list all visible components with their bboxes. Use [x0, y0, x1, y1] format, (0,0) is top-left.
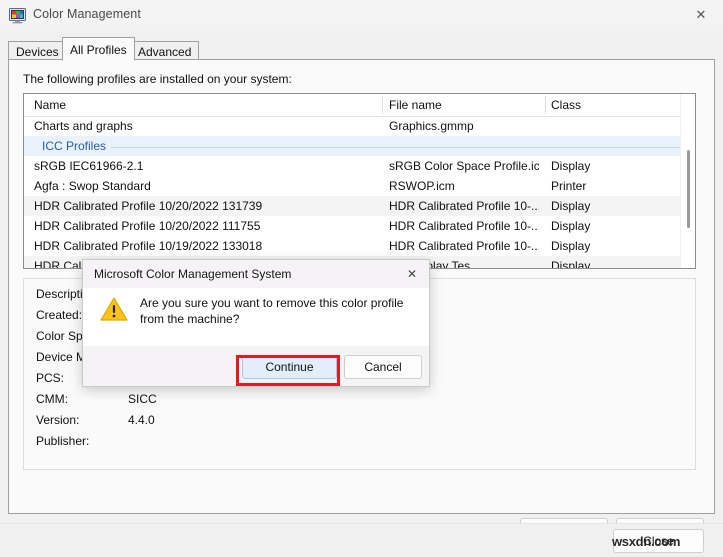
cell-name: Agfa : Swop Standard	[34, 179, 151, 193]
confirm-remove-dialog: Microsoft Color Management System ✕ Are …	[82, 259, 430, 387]
profiles-listview[interactable]: Name File name Class Charts and graphs G…	[23, 93, 696, 269]
dialog-title: Microsoft Color Management System	[94, 267, 292, 281]
column-header-file-name[interactable]: File name	[389, 98, 442, 112]
cell-file: HDR Calibrated Profile 10-...	[389, 219, 539, 233]
window-close-icon[interactable]: ✕	[679, 0, 723, 30]
cell-file: HDR Calibrated Profile 10-...	[389, 199, 539, 213]
detail-label-pcs: PCS:	[36, 371, 65, 385]
cell-class: Display	[551, 199, 591, 213]
tab-devices[interactable]: Devices	[8, 41, 67, 60]
column-separator-2[interactable]	[545, 96, 546, 114]
table-row[interactable]: HDR Calibrated Profile 10/20/2022 111755…	[24, 216, 695, 236]
dialog-message: Are you sure you want to remove this col…	[140, 296, 404, 326]
tab-all-profiles[interactable]: All Profiles	[62, 37, 135, 61]
listview-scrollbar[interactable]	[680, 94, 695, 268]
dialog-body: Are you sure you want to remove this col…	[83, 288, 429, 346]
table-row[interactable]: Charts and graphs Graphics.gmmp	[24, 116, 695, 136]
dialog-titlebar: Microsoft Color Management System ✕	[83, 260, 429, 288]
intro-label: The following profiles are installed on …	[23, 72, 292, 86]
cell-file: RSWOP.icm	[389, 179, 455, 193]
cell-name: HDR Calibrated Profile 10/20/2022 111755	[34, 219, 261, 233]
column-separator-1[interactable]	[382, 96, 383, 114]
warning-triangle-icon	[100, 296, 128, 322]
tab-strip: Devices All Profiles Advanced	[8, 37, 715, 61]
group-divider-line	[42, 147, 689, 148]
cell-class: Printer	[551, 179, 587, 193]
table-row[interactable]: HDR Calibrated Profile 10/20/2022 131739…	[24, 196, 695, 216]
window-title: Color Management	[33, 7, 141, 21]
scrollbar-thumb[interactable]	[687, 150, 690, 228]
cell-class: Display	[551, 259, 591, 269]
table-row[interactable]: HDR Calibrated Profile 10/19/2022 133018…	[24, 236, 695, 256]
cell-name: Charts and graphs	[34, 119, 133, 133]
color-management-window: Color Management ✕ Devices All Profiles …	[0, 0, 723, 557]
dialog-close-icon[interactable]: ✕	[395, 260, 429, 287]
cell-name: HDR Calibrated Profile 10/20/2022 131739	[34, 199, 263, 213]
column-header-name[interactable]: Name	[34, 98, 66, 112]
cell-file: Graphics.gmmp	[389, 119, 474, 133]
cell-class: Display	[551, 159, 591, 173]
detail-value-version: 4.4.0	[128, 413, 155, 427]
cell-class: Display	[551, 219, 591, 233]
listview-rows: Charts and graphs Graphics.gmmp ICC Prof…	[24, 116, 695, 269]
group-label: ICC Profiles	[42, 139, 112, 153]
column-header-class[interactable]: Class	[551, 98, 581, 112]
continue-button[interactable]: Continue	[242, 355, 337, 379]
cell-file: sRGB Color Space Profile.ic...	[389, 159, 539, 173]
close-button[interactable]: Close	[613, 529, 704, 553]
dialog-footer: Continue Cancel	[83, 346, 429, 386]
detail-label-publisher: Publisher:	[36, 434, 90, 448]
tab-advanced[interactable]: Advanced	[130, 41, 200, 60]
cell-name: HDR Calibrated Profile 10/19/2022 133018	[34, 239, 263, 253]
window-titlebar: Color Management ✕	[0, 0, 723, 32]
detail-value-cmm: SICC	[128, 392, 157, 406]
cancel-button[interactable]: Cancel	[344, 355, 422, 379]
color-monitor-icon	[9, 7, 26, 24]
detail-label-cmm: CMM:	[36, 392, 68, 406]
detail-label-created: Created:	[36, 308, 83, 322]
cell-class: Display	[551, 239, 591, 253]
listview-header: Name File name Class	[24, 94, 695, 117]
detail-label-version: Version:	[36, 413, 80, 427]
cell-file: HDR Calibrated Profile 10-...	[389, 239, 539, 253]
table-group-header-icc-profiles[interactable]: ICC Profiles	[24, 136, 695, 156]
cell-name: sRGB IEC61966-2.1	[34, 159, 144, 173]
table-row[interactable]: sRGB IEC61966-2.1 sRGB Color Space Profi…	[24, 156, 695, 176]
table-row[interactable]: Agfa : Swop Standard RSWOP.icm Printer	[24, 176, 695, 196]
